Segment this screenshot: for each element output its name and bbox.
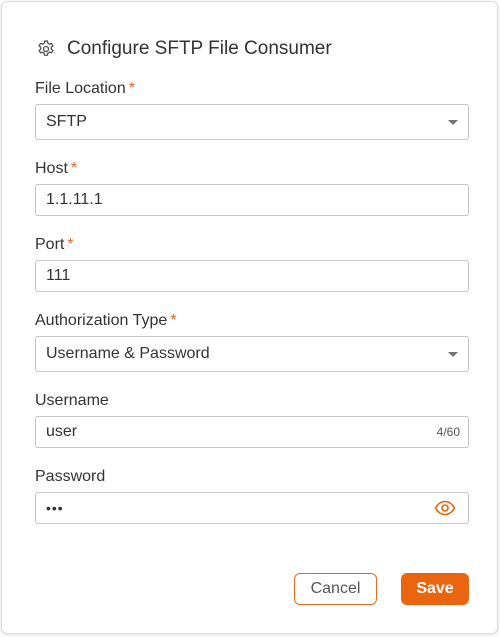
password-field: Password •••: [35, 467, 469, 524]
gear-icon: [36, 39, 56, 59]
host-value: 1.1.11.1: [46, 191, 103, 208]
username-value: user: [46, 423, 78, 440]
eye-icon[interactable]: [434, 500, 456, 516]
chevron-down-icon: [448, 352, 458, 357]
username-field: Username user 4/60: [35, 391, 469, 448]
authorization-type-select[interactable]: Username & Password: [35, 336, 469, 372]
password-label: Password: [35, 468, 106, 485]
port-value: 111: [46, 267, 71, 284]
required-asterisk: *: [70, 160, 78, 177]
password-value: •••: [46, 500, 64, 516]
authorization-type-label: Authorization Type: [35, 312, 168, 329]
required-asterisk: *: [170, 312, 177, 329]
dialog-header: Configure SFTP File Consumer: [36, 37, 332, 61]
authorization-type-field: Authorization Type * Username & Password: [35, 311, 469, 372]
required-asterisk: *: [67, 236, 74, 253]
password-input[interactable]: •••: [35, 492, 469, 524]
authorization-type-value: Username & Password: [46, 345, 210, 362]
cancel-button[interactable]: Cancel: [294, 573, 377, 605]
username-label: Username: [35, 392, 109, 409]
file-location-select[interactable]: SFTP: [35, 104, 469, 140]
configure-dialog: Configure SFTP File Consumer File Locati…: [1, 1, 498, 634]
username-input[interactable]: user 4/60: [35, 416, 469, 448]
port-field: Port * 111: [35, 235, 469, 292]
required-asterisk: *: [128, 80, 135, 97]
save-button[interactable]: Save: [401, 573, 469, 605]
host-label: Host: [35, 160, 68, 177]
file-location-field: File Location * SFTP: [35, 79, 469, 140]
host-input[interactable]: 1.1.11.1: [35, 184, 469, 216]
character-counter: 4/60: [436, 425, 460, 439]
port-input[interactable]: 111: [35, 260, 469, 292]
host-field: Host * 1.1.11.1: [35, 159, 469, 216]
chevron-down-icon: [448, 120, 458, 125]
file-location-label: File Location: [35, 80, 126, 97]
port-label: Port: [35, 236, 65, 253]
dialog-title: Configure SFTP File Consumer: [67, 38, 332, 59]
file-location-value: SFTP: [46, 113, 87, 130]
